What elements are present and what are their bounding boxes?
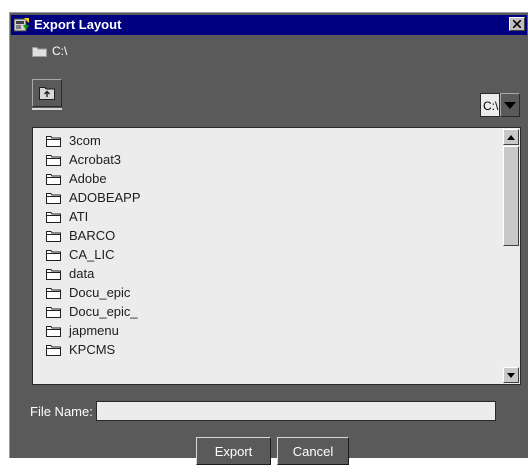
- file-name-row: File Name:: [30, 401, 496, 421]
- dialog-title: Export Layout: [34, 17, 122, 32]
- folder-list-item[interactable]: ATI: [33, 207, 503, 226]
- folder-icon: [46, 306, 61, 318]
- vertical-scrollbar[interactable]: [503, 129, 519, 383]
- folder-name: CA_LIC: [69, 247, 115, 262]
- folder-name: Acrobat3: [69, 152, 122, 167]
- folder-list-item[interactable]: Adobe: [33, 169, 503, 188]
- folder-list-item[interactable]: BARCO: [33, 226, 503, 245]
- arrow-down-icon: [507, 372, 515, 378]
- folder-icon: [46, 249, 61, 261]
- folder-list-items: 3com Acrobat3 Adobe ADOBEAPP ATI BARCO CA_LICd…: [33, 131, 503, 359]
- export-layout-dialog: Export Layout C:\ C:\ 3com Acrobat3 Adobe A…: [9, 12, 528, 465]
- folder-name: ADOBEAPP: [69, 190, 141, 205]
- folder-icon: [46, 173, 61, 185]
- folder-list-item[interactable]: Acrobat3: [33, 150, 503, 169]
- folder-list-item[interactable]: japmenu: [33, 321, 503, 340]
- folder-list-item[interactable]: data: [33, 264, 503, 283]
- current-path-text: C:\: [52, 44, 68, 58]
- folder-icon: [46, 325, 61, 337]
- scroll-down-button[interactable]: [503, 367, 519, 383]
- folder-icon: [46, 344, 61, 356]
- folder-name: Adobe: [69, 171, 107, 186]
- folder-name: japmenu: [69, 323, 119, 338]
- folder-icon: [46, 230, 61, 242]
- folder-icon: [46, 154, 61, 166]
- folder-list-item[interactable]: CA_LIC: [33, 245, 503, 264]
- arrow-up-icon: [507, 134, 515, 140]
- folder-name: 3com: [69, 133, 101, 148]
- up-one-level-button[interactable]: [32, 79, 62, 110]
- file-name-input[interactable]: [95, 401, 496, 421]
- folder-name: Docu_epic_: [69, 304, 138, 319]
- folder-name: BARCO: [69, 228, 116, 243]
- export-button[interactable]: Export: [196, 437, 271, 465]
- folder-list-item[interactable]: 3com: [33, 131, 503, 150]
- up-folder-icon: [39, 87, 55, 100]
- folder-icon: [46, 287, 61, 299]
- scroll-thumb[interactable]: [503, 146, 519, 246]
- folder-icon: [46, 192, 61, 204]
- folder-list-item[interactable]: ADOBEAPP: [33, 188, 503, 207]
- folder-list-item[interactable]: KPCMS: [33, 340, 503, 359]
- folder-icon: [46, 268, 61, 280]
- title-bar: Export Layout: [11, 15, 527, 35]
- drive-select-toggle[interactable]: [500, 93, 520, 117]
- folder-name: KPCMS: [69, 342, 116, 357]
- folder-icon: [32, 46, 47, 57]
- folder-list[interactable]: 3com Acrobat3 Adobe ADOBEAPP ATI BARCO CA_LICd…: [32, 127, 521, 385]
- folder-list-item[interactable]: Docu_epic: [33, 283, 503, 302]
- desktop-edge: [0, 0, 9, 458]
- close-button[interactable]: [509, 17, 525, 31]
- close-icon: [513, 20, 521, 28]
- folder-name: data: [69, 266, 95, 281]
- cancel-button[interactable]: Cancel: [277, 437, 349, 465]
- current-path: C:\: [32, 41, 67, 61]
- drive-select-value: C:\: [480, 93, 500, 117]
- folder-icon: [46, 135, 61, 147]
- export-app-icon: [14, 18, 29, 32]
- folder-icon: [46, 211, 61, 223]
- chevron-down-icon: [504, 101, 516, 109]
- file-name-label: File Name:: [30, 403, 93, 419]
- folder-name: Docu_epic: [69, 285, 131, 300]
- folder-list-item[interactable]: Docu_epic_: [33, 302, 503, 321]
- folder-name: ATI: [69, 209, 89, 224]
- drive-select[interactable]: C:\: [480, 93, 520, 117]
- scroll-up-button[interactable]: [503, 129, 519, 145]
